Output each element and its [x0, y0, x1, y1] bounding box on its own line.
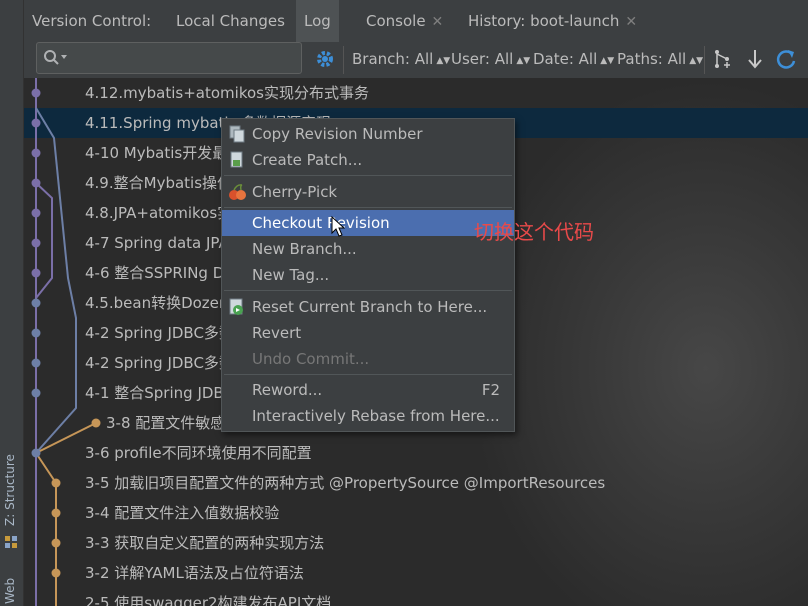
menu-label: New Tag... — [252, 266, 330, 284]
commit-graph — [31, 78, 101, 606]
web-tool-button[interactable]: Web — [3, 578, 17, 604]
tab-console[interactable]: Console ✕ — [358, 0, 451, 42]
copy-icon — [229, 125, 245, 143]
menu-new-tag[interactable]: New Tag... — [222, 262, 514, 288]
context-menu: Copy Revision Number Create Patch... Che… — [221, 118, 515, 432]
commit-message: 4.12.mybatis+atomikos实现分布式事务 — [85, 84, 369, 102]
menu-label: Reset Current Branch to Here... — [252, 298, 488, 316]
menu-reset-current-branch[interactable]: Reset Current Branch to Here... — [222, 294, 514, 320]
user-filter[interactable]: User: All ▲▼ — [451, 50, 530, 68]
menu-label: Create Patch... — [252, 151, 363, 169]
structure-tool-button[interactable]: Z: Structure — [3, 454, 17, 526]
commit-message: 3-6 profile不同环境使用不同配置 — [85, 444, 312, 462]
menu-label: Copy Revision Number — [252, 125, 423, 143]
cherry-icon — [229, 184, 246, 200]
menu-label: New Branch... — [252, 240, 357, 258]
tab-history[interactable]: History: boot-launch ✕ — [460, 0, 645, 42]
toolbar-separator — [704, 46, 705, 74]
tab-history-label: History: boot-launch — [468, 12, 620, 30]
menu-separator — [224, 175, 512, 176]
menu-label: Interactively Rebase from Here... — [252, 407, 500, 425]
graph-options-icon[interactable] — [712, 48, 734, 70]
menu-new-branch[interactable]: New Branch... — [222, 236, 514, 262]
mouse-cursor-icon — [331, 216, 345, 237]
log-row[interactable]: 3-3 获取自定义配置的两种实现方法 — [24, 528, 808, 558]
menu-separator — [224, 374, 512, 375]
refresh-icon[interactable] — [775, 48, 797, 70]
close-icon[interactable]: ✕ — [432, 14, 444, 30]
log-row[interactable]: 3-4 配置文件注入值数据校验 — [24, 498, 808, 528]
commit-message: 3-4 配置文件注入值数据校验 — [85, 504, 280, 522]
tab-console-label: Console — [366, 12, 426, 30]
menu-checkout-revision[interactable]: Checkout Revision — [222, 210, 514, 236]
menu-separator — [224, 290, 512, 291]
menu-shortcut: F2 — [481, 381, 500, 399]
commit-message: 3-3 获取自定义配置的两种实现方法 — [85, 534, 325, 552]
date-filter-label: Date: All — [533, 50, 598, 68]
date-filter[interactable]: Date: All ▲▼ — [533, 50, 614, 68]
paths-filter-label: Paths: All — [617, 50, 687, 68]
menu-cherry-pick[interactable]: Cherry-Pick — [222, 179, 514, 205]
branch-filter-label: Branch: All — [352, 50, 434, 68]
commit-message: 3-5 加载旧项目配置文件的两种方式 @PropertySource @Impo… — [85, 474, 606, 492]
version-control-title: Version Control: — [32, 12, 152, 30]
annotation-text: 切换这个代码 — [474, 220, 594, 244]
arrow-down-icon[interactable] — [745, 48, 765, 70]
log-row[interactable]: 3-5 加载旧项目配置文件的两种方式 @PropertySource @Impo… — [24, 468, 808, 498]
search-icon — [44, 50, 67, 65]
menu-undo-commit: Undo Commit... — [222, 346, 514, 372]
menu-reword[interactable]: Reword... F2 — [222, 377, 514, 403]
dropdown-arrows-icon: ▲▼ — [600, 56, 615, 66]
log-row[interactable]: 2-5 使用swagger2构建发布API文档 — [24, 588, 808, 606]
menu-create-patch[interactable]: Create Patch... — [222, 147, 514, 173]
menu-interactive-rebase[interactable]: Interactively Rebase from Here... — [222, 403, 514, 429]
log-filter-toolbar: Branch: All ▲▼ User: All ▲▼ Date: All ▲▼ Pa… — [24, 42, 808, 79]
reset-icon — [229, 298, 243, 315]
dropdown-arrows-icon: ▲▼ — [516, 56, 531, 66]
log-row[interactable]: 4.12.mybatis+atomikos实现分布式事务 — [24, 78, 808, 108]
toolbar-separator — [343, 46, 344, 74]
menu-copy-revision-number[interactable]: Copy Revision Number — [222, 121, 514, 147]
tool-window-strip: Z: Structure Web — [0, 0, 24, 606]
tab-log[interactable]: Log — [296, 0, 339, 42]
menu-label: Checkout Revision — [252, 214, 390, 232]
branch-filter[interactable]: Branch: All ▲▼ — [352, 50, 450, 68]
paths-filter[interactable]: Paths: All ▲▼ — [617, 50, 703, 68]
patch-icon — [230, 151, 243, 168]
close-icon[interactable]: ✕ — [625, 14, 637, 30]
menu-label: Reword... — [252, 381, 323, 399]
menu-label: Revert — [252, 324, 302, 342]
menu-revert[interactable]: Revert — [222, 320, 514, 346]
user-filter-label: User: All — [451, 50, 514, 68]
search-input[interactable] — [36, 42, 302, 74]
structure-icon — [5, 536, 17, 548]
tab-local-changes[interactable]: Local Changes — [168, 0, 293, 42]
settings-icon[interactable] — [314, 48, 336, 70]
commit-message: 3-2 详解YAML语法及占位符语法 — [85, 564, 304, 582]
menu-separator — [224, 207, 512, 208]
menu-label: Cherry-Pick — [252, 183, 338, 201]
log-row[interactable]: 3-6 profile不同环境使用不同配置 — [24, 438, 808, 468]
menu-label: Undo Commit... — [252, 350, 370, 368]
version-control-tabbar: Version Control: Local Changes Log Conso… — [24, 0, 808, 43]
dropdown-arrows-icon: ▲▼ — [436, 56, 451, 66]
log-row[interactable]: 3-2 详解YAML语法及占位符语法 — [24, 558, 808, 588]
commit-message: 2-5 使用swagger2构建发布API文档 — [85, 594, 332, 606]
dropdown-arrows-icon: ▲▼ — [689, 56, 704, 66]
